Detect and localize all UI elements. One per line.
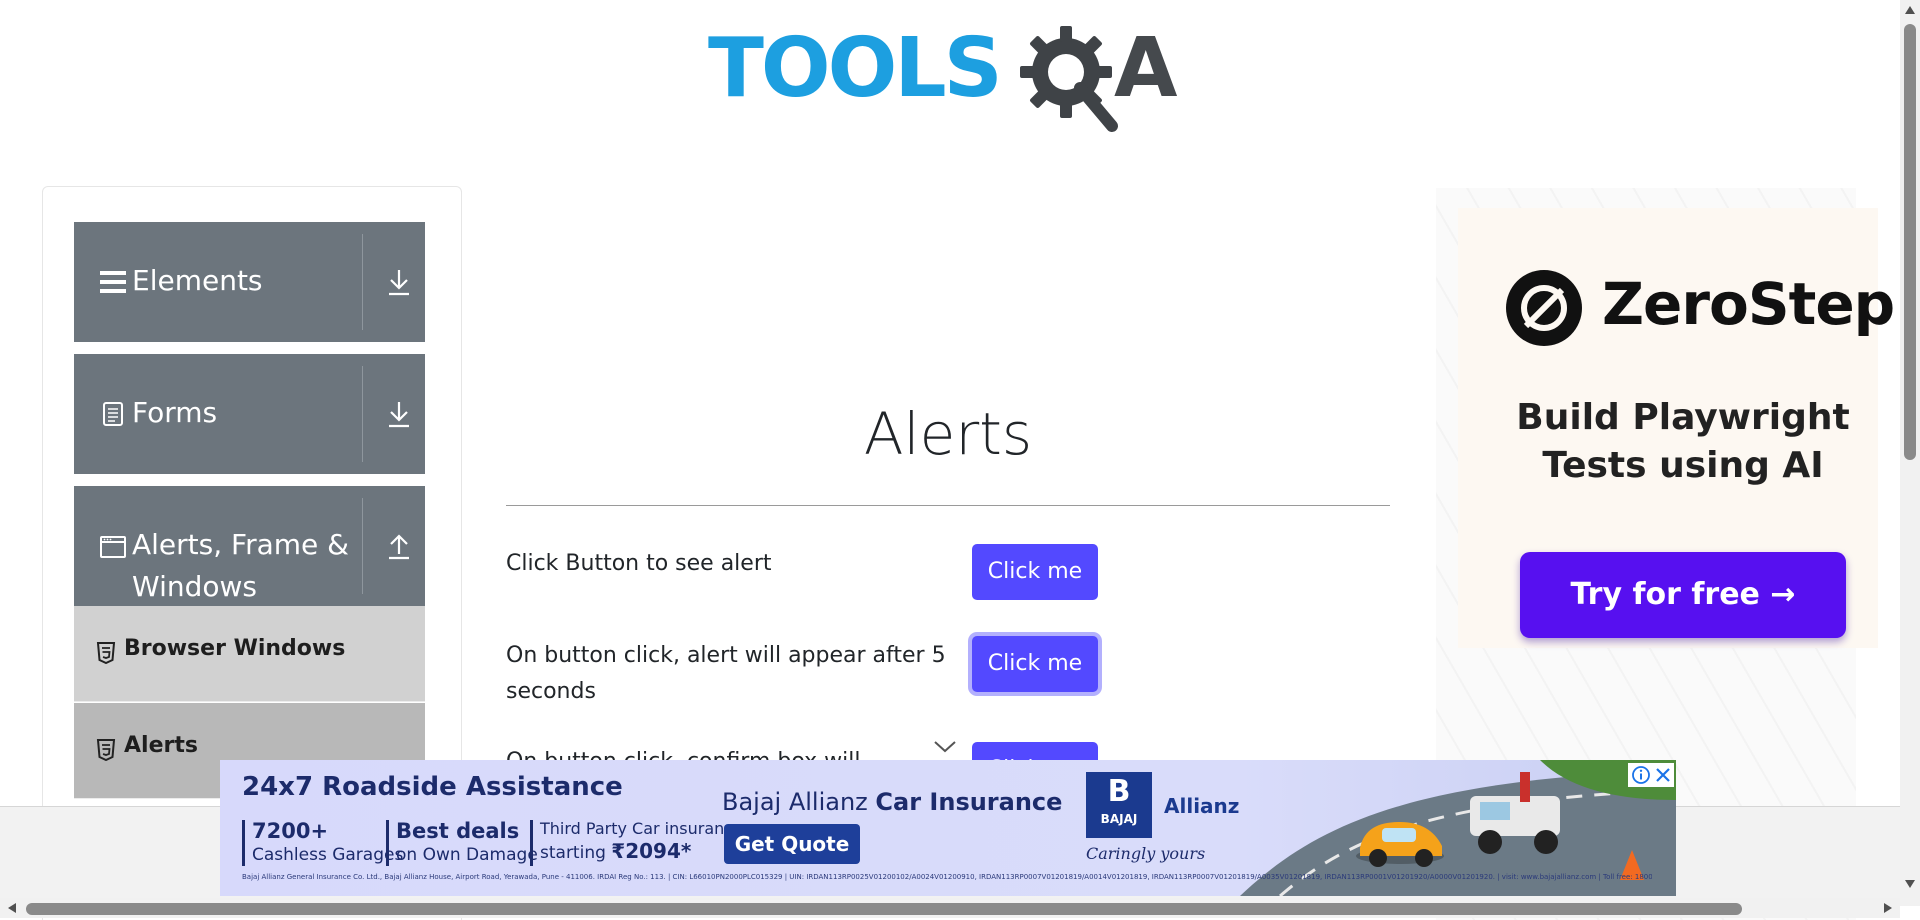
close-icon[interactable] (1653, 765, 1673, 785)
ad-stat-third-party: Third Party Car insurance starting ₹2094… (540, 818, 743, 864)
sidebar-item-label: Alerts (124, 733, 198, 758)
divider (386, 820, 389, 866)
info-icon[interactable] (1631, 765, 1651, 785)
zerostep-logo-icon (1506, 270, 1582, 346)
ad-stat-prefix: starting (540, 843, 612, 863)
ad-stat-value: 7200+ (252, 819, 329, 843)
ad-tagline-line1: Build Playwright (1516, 397, 1850, 438)
sidebar-item-label: Browser Windows (124, 636, 346, 661)
page-title: Alerts (863, 400, 1033, 468)
logo-text-a: A (1114, 21, 1178, 116)
bajaj-logo: B BAJAJ (1086, 772, 1152, 838)
ad-title: 24x7 Roadside Assistance (242, 772, 623, 802)
bajaj-logo-text: BAJAJ (1100, 812, 1138, 826)
ad-stat-deals: Best deals on Own Damage (396, 818, 538, 866)
divider (362, 366, 363, 462)
sidebar-item-browser-windows[interactable]: Browser Windows (74, 606, 425, 702)
ad-brand-plain: Bajaj Allianz (722, 788, 876, 816)
sidebar-group-label: Elements (132, 264, 263, 297)
html5-icon (96, 739, 116, 761)
alert-button[interactable]: Click me (972, 544, 1098, 600)
horizontal-scroll-thumb[interactable] (26, 903, 1742, 915)
download-arrow-icon (389, 402, 409, 428)
scroll-up-arrow-icon[interactable] (1905, 6, 1915, 14)
ad-tagline: Build Playwright Tests using AI (1458, 394, 1908, 490)
ad-stat-value: Best deals (396, 819, 520, 843)
browser-window-icon (100, 536, 126, 558)
ad-stat-caption: on Own Damage (396, 845, 538, 865)
download-arrow-icon (389, 270, 409, 296)
scroll-left-arrow-icon[interactable] (8, 903, 16, 913)
ad-card: ZeroStep Build Playwright Tests using AI… (1458, 208, 1895, 648)
divider (242, 820, 245, 866)
vertical-scroll-thumb[interactable] (1904, 24, 1916, 460)
document-icon (103, 402, 123, 426)
scroll-right-arrow-icon[interactable] (1884, 903, 1892, 913)
ad-brand-bold: Car Insurance (875, 788, 1063, 816)
logo-text-tools: TOOLS (708, 21, 1003, 116)
bajaj-logo-mark: B (1107, 774, 1131, 809)
ad-stat-caption: Third Party Car insurance (540, 819, 743, 838)
timer-alert-button[interactable]: Click me (972, 636, 1098, 692)
toolsqa-logo[interactable]: TOOLS A (708, 22, 1194, 134)
get-quote-button[interactable]: Get Quote (724, 824, 860, 864)
horizontal-scrollbar[interactable] (0, 898, 1900, 918)
title-divider (506, 505, 1390, 506)
vertical-scrollbar[interactable] (1900, 0, 1920, 906)
ad-slogan: Caringly yours (1086, 844, 1206, 863)
divider (362, 234, 363, 330)
sidebar-group-label-line2: Windows (132, 570, 257, 603)
sidebar-group-label: Alerts, Frame & (132, 528, 350, 561)
ad-brand-name: ZeroStep (1602, 270, 1895, 338)
hamburger-menu-icon (100, 271, 126, 293)
ad-stat-price: ₹2094* (611, 839, 692, 863)
upload-arrow-icon (389, 534, 409, 560)
ad-stat-caption: Cashless Garages (252, 845, 404, 865)
timer-alert-row-label: On button click, alert will appear after… (506, 643, 946, 704)
ad-brand-line: Bajaj Allianz Car Insurance (722, 788, 1062, 816)
chevron-down-icon[interactable] (932, 738, 958, 756)
sidebar-group-forms[interactable]: Forms (74, 354, 425, 474)
ad-fine-print: Bajaj Allianz General Insurance Co. Ltd.… (242, 873, 1652, 881)
ad-controls (1628, 763, 1674, 787)
ad-tagline-line2: Tests using AI (1542, 445, 1824, 486)
gear-magnifier-icon (1020, 26, 1118, 132)
allianz-logo: Allianz (1164, 794, 1240, 818)
scroll-down-arrow-icon[interactable] (1905, 880, 1915, 888)
try-for-free-button[interactable]: Try for free → (1520, 552, 1846, 638)
divider (530, 820, 533, 866)
bajaj-allianz-ad[interactable]: 24x7 Roadside Assistance 7200+ Cashless … (220, 760, 1676, 896)
sidebar-group-label: Forms (132, 396, 218, 429)
alert-row-label: Click Button to see alert (506, 551, 772, 576)
sidebar-group-alerts-frame-windows[interactable]: Alerts, Frame & Windows (74, 486, 425, 606)
divider (362, 498, 363, 594)
ad-stat-garages: 7200+ Cashless Garages (252, 818, 403, 866)
html5-icon (96, 642, 116, 664)
sidebar-group-elements[interactable]: Elements (74, 222, 425, 342)
